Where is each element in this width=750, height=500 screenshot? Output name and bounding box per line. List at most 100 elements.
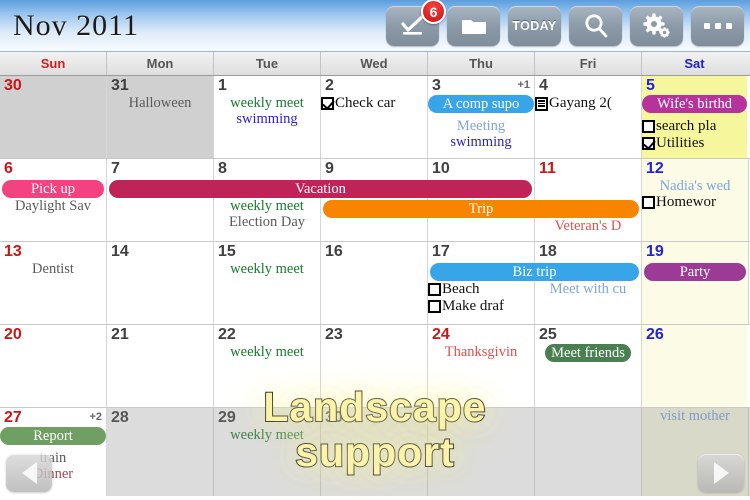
day-cell-6[interactable]: 6 Daylight Sav xyxy=(0,159,107,241)
todo-item[interactable]: search pla xyxy=(642,118,747,135)
today-button[interactable]: TODAY xyxy=(508,6,561,46)
event-text[interactable]: weekly meet xyxy=(214,261,320,277)
day-cell-30[interactable]: 30 xyxy=(321,408,428,496)
event-text[interactable]: Thanksgivin xyxy=(428,344,534,360)
day-cell-28[interactable]: 28 xyxy=(107,408,214,496)
event-text[interactable]: weekly meet xyxy=(214,198,320,214)
checkbox-unchecked-icon[interactable] xyxy=(642,196,655,209)
event-pill[interactable]: A comp supo xyxy=(428,95,534,113)
day-cell-2[interactable]: 2 Check car xyxy=(321,76,428,158)
event-text[interactable]: Dentist xyxy=(0,261,106,277)
event-pill-row: A comp supo xyxy=(428,95,534,118)
day-number: 28 xyxy=(111,409,129,426)
event-text[interactable]: swimming xyxy=(214,111,320,127)
event-pill-row: Meet friends xyxy=(535,344,641,367)
todo-item[interactable]: Utilities xyxy=(642,135,747,152)
event-pill[interactable]: Meet friends xyxy=(545,344,631,362)
checkbox-checked-icon[interactable] xyxy=(321,97,334,110)
settings-button[interactable] xyxy=(630,6,683,46)
event-text[interactable]: weekly meet xyxy=(214,95,320,111)
day-cell-16[interactable]: 16 xyxy=(321,242,428,324)
day-number: 13 xyxy=(4,243,22,260)
day-cell-15[interactable]: 15 weekly meet xyxy=(214,242,321,324)
event-text[interactable]: swimming xyxy=(428,134,534,150)
todo-item[interactable]: Homewor xyxy=(642,194,748,211)
calendar-grid[interactable]: 30 31 Halloween 1 weekly meet swimming 2 Check … xyxy=(0,76,750,499)
day-number: 18 xyxy=(539,243,557,260)
day-cell-17[interactable]: 17 Beach Make draf xyxy=(428,242,535,324)
day-cell-23[interactable]: 23 xyxy=(321,325,428,407)
day-cell-8[interactable]: 8 weekly meet Election Day xyxy=(214,159,321,241)
next-month-button[interactable] xyxy=(698,454,744,492)
more-events-indicator[interactable]: +2 xyxy=(89,411,102,423)
search-icon xyxy=(584,14,607,38)
previous-month-button[interactable] xyxy=(6,454,52,492)
day-cell-4[interactable]: 4 Gayang 2( xyxy=(535,76,642,158)
day-events: visit mother xyxy=(642,408,748,424)
day-number: 24 xyxy=(432,326,450,343)
event-pill[interactable]: Wife's birthd xyxy=(642,95,747,113)
event-text[interactable]: weekly meet xyxy=(214,344,320,360)
multi-day-event-bar[interactable]: Pick up xyxy=(2,180,104,198)
checkbox-unchecked-icon[interactable] xyxy=(642,120,655,133)
day-cell-26[interactable]: 26 xyxy=(642,325,747,407)
day-cell-31[interactable]: 31 Halloween xyxy=(107,76,214,158)
event-text[interactable]: Meeting xyxy=(428,118,534,134)
day-cell-5[interactable]: 5 Wife's birthd search pla Utilities xyxy=(642,76,747,158)
multi-day-event-bar[interactable]: Biz trip xyxy=(430,263,639,281)
day-cell-19[interactable]: 19 xyxy=(642,242,749,324)
todo-item[interactable]: Beach xyxy=(428,281,534,298)
event-text[interactable]: Election Day xyxy=(214,214,320,230)
day-cell[interactable] xyxy=(535,408,642,496)
multi-day-event-bar[interactable]: Party xyxy=(644,263,746,281)
more-button[interactable] xyxy=(691,6,744,46)
event-pill[interactable]: Report xyxy=(0,427,106,445)
event-text[interactable]: Veteran's D xyxy=(535,218,641,234)
day-number: 20 xyxy=(4,326,22,343)
checkbox-unchecked-icon[interactable] xyxy=(428,283,441,296)
day-cell-24[interactable]: 24 Thanksgivin xyxy=(428,325,535,407)
day-cell-12[interactable]: 12 Nadia's wed Homewor xyxy=(642,159,749,241)
day-cell-1[interactable]: 1 weekly meet swimming xyxy=(214,76,321,158)
tasks-button[interactable]: 6 xyxy=(386,0,446,46)
folder-button[interactable] xyxy=(447,6,500,46)
day-cell-7[interactable]: 7 xyxy=(107,159,214,241)
day-cell-30[interactable]: 30 xyxy=(0,76,107,158)
day-events: Halloween xyxy=(107,95,213,111)
checkbox-checked-icon[interactable] xyxy=(642,137,655,150)
day-number: 21 xyxy=(111,326,129,343)
day-number: 1 xyxy=(218,77,227,94)
todo-item[interactable]: Make draf xyxy=(428,298,534,315)
top-toolbar: Nov 2011 6 TODAY xyxy=(0,0,750,52)
toolbar-buttons: 6 TODAY xyxy=(386,0,744,46)
day-cell[interactable] xyxy=(428,408,535,496)
day-number: 6 xyxy=(4,160,13,177)
day-cell-13[interactable]: 13 Dentist xyxy=(0,242,107,324)
day-cell-3[interactable]: 3 +1 A comp supo Meeting swimming xyxy=(428,76,535,158)
day-cell-18[interactable]: 18 Meet with cu xyxy=(535,242,642,324)
day-number: 30 xyxy=(4,77,22,94)
day-cell-25[interactable]: 25 Meet friends xyxy=(535,325,642,407)
search-button[interactable] xyxy=(569,6,622,46)
event-text[interactable]: weekly meet xyxy=(214,427,320,443)
multi-day-event-bar[interactable]: Trip xyxy=(323,200,639,218)
day-cell-22[interactable]: 22 weekly meet xyxy=(214,325,321,407)
more-events-indicator[interactable]: +1 xyxy=(517,79,530,91)
month-title[interactable]: Nov 2011 xyxy=(0,9,139,43)
event-text[interactable]: Nadia's wed xyxy=(642,178,748,194)
day-cell-20[interactable]: 20 xyxy=(0,325,107,407)
day-number: 31 xyxy=(111,77,129,94)
event-text[interactable]: visit mother xyxy=(642,408,748,424)
day-cell-14[interactable]: 14 xyxy=(107,242,214,324)
todo-item[interactable]: Check car xyxy=(321,95,427,112)
multi-day-event-bar[interactable]: Vacation xyxy=(109,180,532,198)
event-text[interactable]: Meet with cu xyxy=(535,281,641,297)
checkbox-unchecked-icon[interactable] xyxy=(428,300,441,313)
event-text[interactable]: Daylight Sav xyxy=(0,198,106,214)
event-text[interactable]: Halloween xyxy=(107,95,213,111)
note-item[interactable]: Gayang 2( xyxy=(535,95,641,112)
day-events: Dentist xyxy=(0,261,106,277)
day-events: Thanksgivin xyxy=(428,344,534,360)
day-cell-21[interactable]: 21 xyxy=(107,325,214,407)
day-cell-29[interactable]: 29 weekly meet xyxy=(214,408,321,496)
